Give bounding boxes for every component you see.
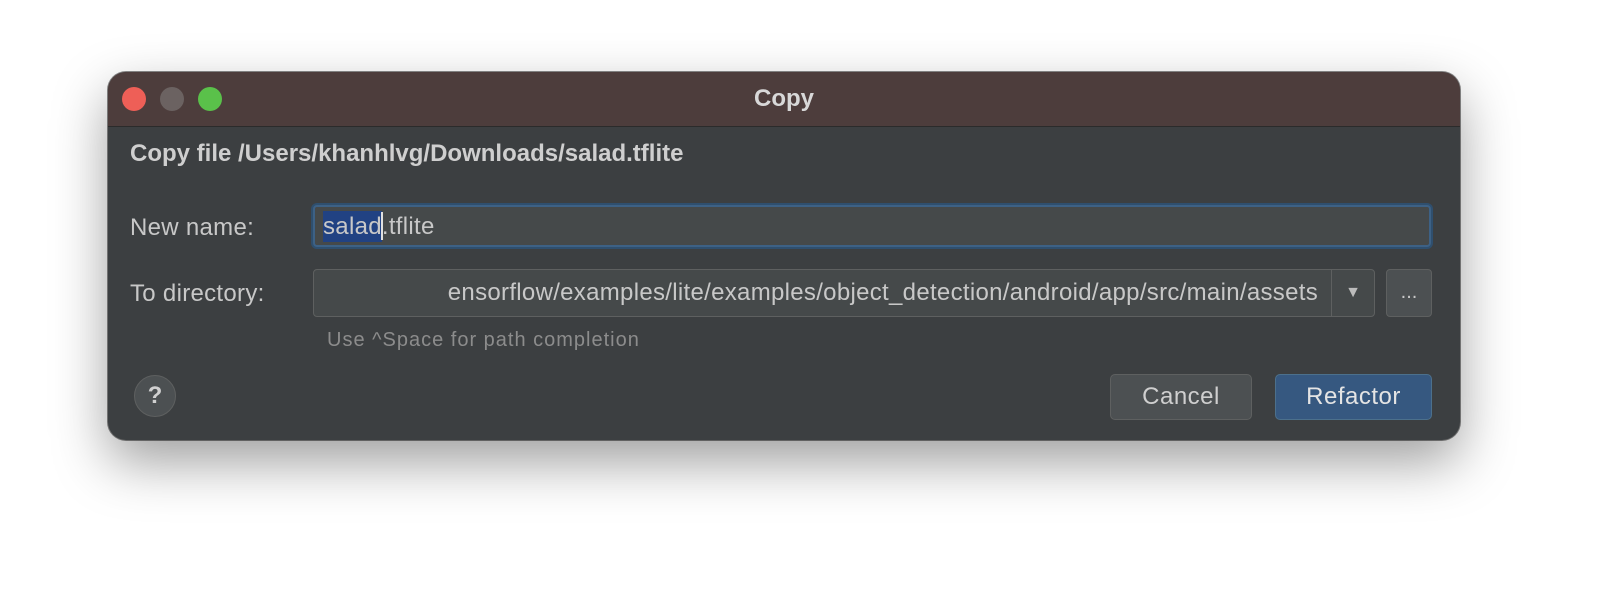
help-button[interactable]: ? [134, 375, 176, 417]
browse-button[interactable]: ... [1386, 269, 1432, 317]
refactor-button[interactable]: Refactor [1275, 374, 1432, 420]
to-directory-combobox[interactable]: ensorflow/examples/lite/examples/object_… [313, 269, 1375, 317]
new-name-input[interactable]: salad.tflite [313, 205, 1431, 247]
screen: Copy Copy file /Users/khanhlvg/Downloads… [0, 0, 1600, 594]
cancel-button[interactable]: Cancel [1110, 374, 1252, 420]
to-directory-label: To directory: [130, 280, 265, 307]
dropdown-toggle[interactable]: ▼ [1331, 270, 1374, 316]
path-completion-hint: Use ^Space for path completion [327, 329, 640, 351]
to-directory-value: ensorflow/examples/lite/examples/object_… [447, 279, 1318, 306]
text-cursor [380, 211, 383, 240]
window-title: Copy [754, 85, 814, 112]
title-bar[interactable]: Copy [108, 72, 1460, 127]
new-name-label: New name: [130, 214, 255, 241]
dialog-heading: Copy file /Users/khanhlvg/Downloads/sala… [130, 140, 684, 167]
unselected-text: .tflite [381, 213, 435, 240]
chevron-down-icon: ▼ [1345, 284, 1361, 301]
selected-text: salad [323, 211, 382, 242]
copy-dialog: Copy Copy file /Users/khanhlvg/Downloads… [108, 72, 1460, 440]
